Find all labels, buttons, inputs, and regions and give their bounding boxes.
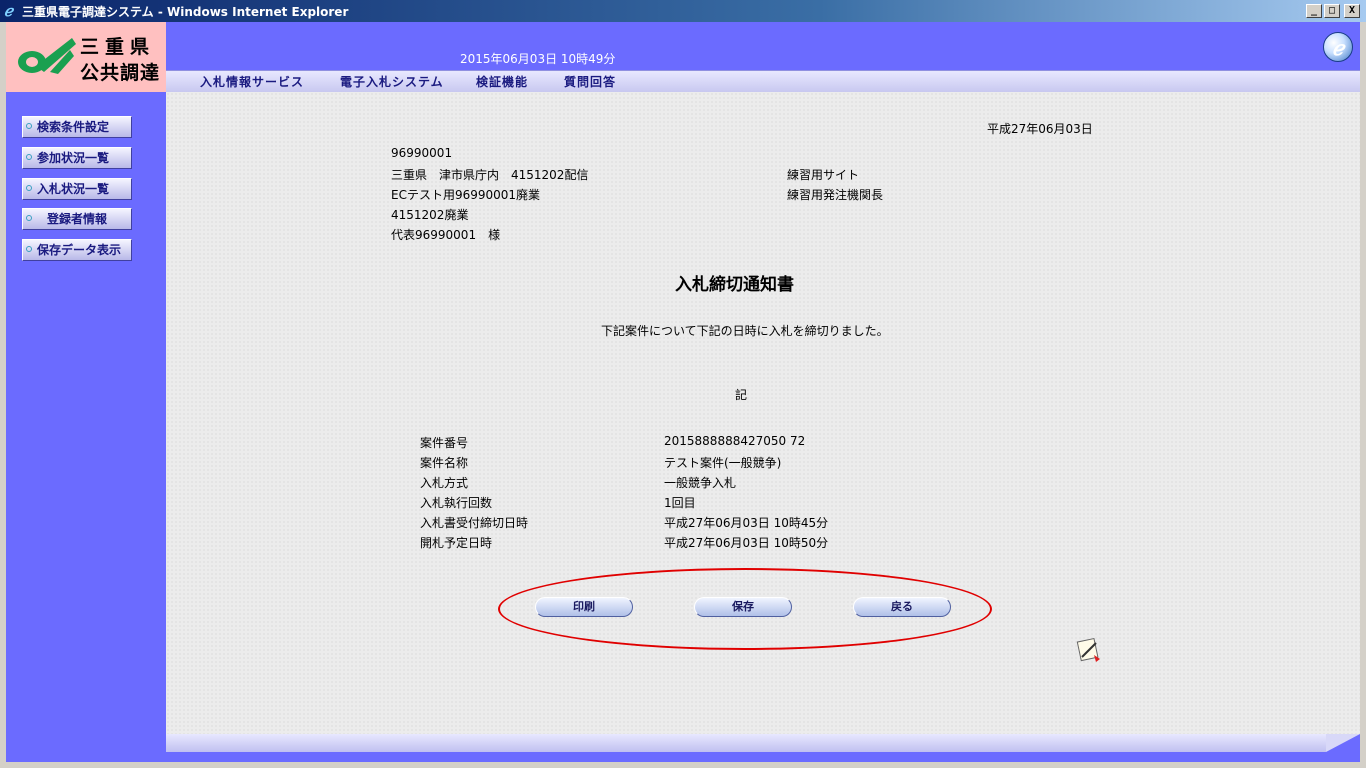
menu-bid-info-service[interactable]: 入札情報サービス bbox=[200, 73, 304, 90]
menu-qa[interactable]: 質問回答 bbox=[564, 73, 616, 90]
recipient-branch: 4151202廃業 bbox=[391, 208, 469, 222]
sidebar-item-label: 検索条件設定 bbox=[37, 120, 110, 134]
signature-pen-icon[interactable] bbox=[1076, 637, 1102, 663]
document-message: 下記案件について下記の日時に入札を締切りました。 bbox=[601, 324, 889, 338]
field-value-deadline: 平成27年06月03日 10時45分 bbox=[664, 516, 829, 530]
sidebar-item-label: 保存データ表示 bbox=[37, 243, 122, 257]
sidebar-item-saved-data[interactable]: 保存データ表示 bbox=[22, 239, 132, 261]
logo-line2: 公共調達 bbox=[80, 62, 161, 84]
menu-verification[interactable]: 検証機能 bbox=[476, 73, 528, 90]
field-value-bid-round: 1回目 bbox=[664, 496, 696, 510]
bullet-icon bbox=[26, 123, 32, 129]
field-label: 入札方式 bbox=[420, 476, 469, 490]
field-label: 開札予定日時 bbox=[420, 536, 493, 550]
window-controls: _ □ X bbox=[1306, 4, 1360, 18]
mie-logo-icon bbox=[18, 38, 76, 74]
maximize-button[interactable]: □ bbox=[1324, 4, 1340, 18]
recipient-address: 三重県 津市県庁内 4151202配信 bbox=[391, 168, 589, 182]
page-frame: 三重県 公共調達 2015年06月03日 10時49分 ℯ 入札情報サービス 電… bbox=[6, 22, 1360, 762]
window-titlebar: ℯ 三重県電子調達システム - Windows Internet Explore… bbox=[0, 0, 1366, 22]
recipient-company: ECテスト用96990001廃業 bbox=[391, 188, 541, 202]
save-button[interactable]: 保存 bbox=[694, 597, 792, 617]
close-button[interactable]: X bbox=[1344, 4, 1360, 18]
field-label: 入札執行回数 bbox=[420, 496, 493, 510]
field-value-opening: 平成27年06月03日 10時50分 bbox=[664, 536, 829, 550]
sidebar: 検索条件設定 参加状況一覧 入札状況一覧 登録者情報 保存データ表示 bbox=[6, 92, 166, 762]
document-ki: 記 bbox=[735, 388, 748, 402]
field-label: 案件名称 bbox=[420, 456, 469, 470]
recipient-id: 96990001 bbox=[391, 146, 453, 160]
recipient-representative: 代表96990001 様 bbox=[391, 228, 501, 242]
sidebar-item-label: 参加状況一覧 bbox=[37, 151, 110, 165]
bullet-icon bbox=[26, 246, 32, 252]
print-button[interactable]: 印刷 bbox=[535, 597, 633, 617]
back-button[interactable]: 戻る bbox=[853, 597, 951, 617]
field-label: 入札書受付締切日時 bbox=[420, 516, 529, 530]
field-value-bid-method: 一般競争入札 bbox=[664, 476, 737, 490]
sender-site: 練習用サイト bbox=[787, 168, 860, 182]
menu-e-bid-system[interactable]: 電子入札システム bbox=[340, 73, 444, 90]
footer-slant bbox=[1326, 734, 1360, 752]
main-menu: 入札情報サービス 電子入札システム 検証機能 質問回答 bbox=[166, 70, 1360, 92]
sidebar-item-search-settings[interactable]: 検索条件設定 bbox=[22, 116, 132, 138]
ie-logo-icon: ℯ bbox=[1323, 32, 1353, 62]
bullet-icon bbox=[26, 154, 32, 160]
field-value-case-name: テスト案件(一般競争) bbox=[664, 456, 782, 470]
document-date: 平成27年06月03日 bbox=[987, 122, 1093, 136]
field-value-case-number: 2015888888427050 72 bbox=[664, 434, 806, 448]
footer-band bbox=[166, 734, 1360, 762]
sidebar-item-registrant-info[interactable]: 登録者情報 bbox=[22, 208, 132, 230]
sidebar-item-label: 登録者情報 bbox=[46, 212, 107, 226]
minimize-button[interactable]: _ bbox=[1306, 4, 1322, 18]
sidebar-item-participation-list[interactable]: 参加状況一覧 bbox=[22, 147, 132, 169]
bullet-icon bbox=[26, 185, 32, 191]
document-title: 入札締切通知書 bbox=[675, 275, 794, 295]
logo-line1: 三重県 bbox=[80, 36, 156, 58]
document-area: 平成27年06月03日 96990001 三重県 津市県庁内 4151202配信… bbox=[166, 92, 1360, 734]
sidebar-item-bid-status-list[interactable]: 入札状況一覧 bbox=[22, 178, 132, 200]
window-title: 三重県電子調達システム - Windows Internet Explorer bbox=[22, 5, 349, 19]
sidebar-item-label: 入札状況一覧 bbox=[37, 182, 110, 196]
ie-icon: ℯ bbox=[4, 2, 13, 20]
logo: 三重県 公共調達 bbox=[6, 22, 166, 92]
field-label: 案件番号 bbox=[420, 436, 469, 450]
footer-bar bbox=[166, 734, 1326, 752]
sender-office: 練習用発注機関長 bbox=[787, 188, 884, 202]
header-datetime: 2015年06月03日 10時49分 bbox=[460, 52, 616, 66]
